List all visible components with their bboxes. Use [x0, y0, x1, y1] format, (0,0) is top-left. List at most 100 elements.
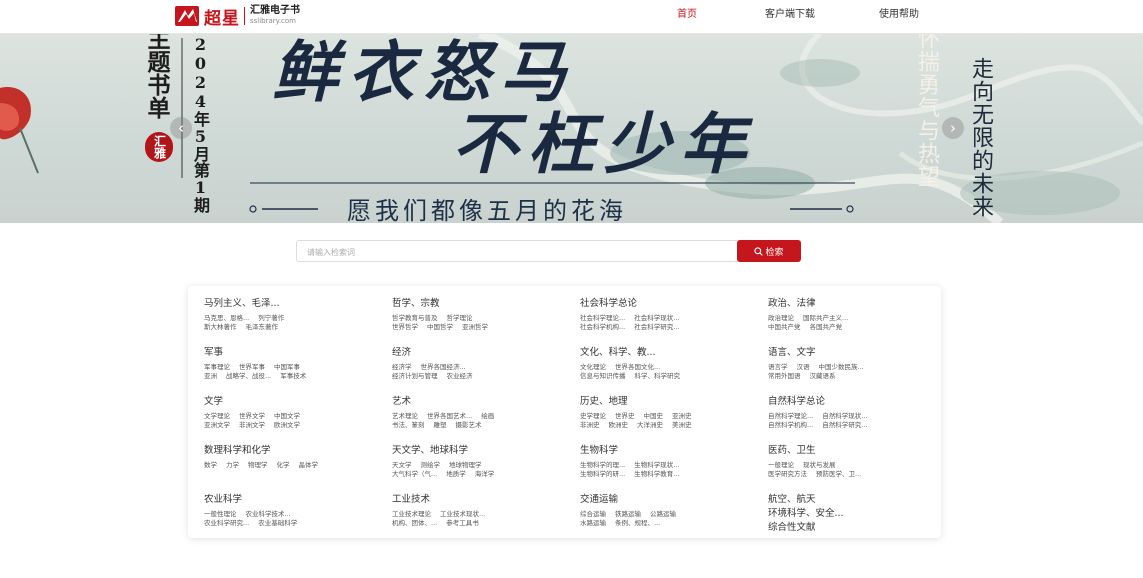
subcategory-link[interactable]: 生物科学现状... [634, 461, 679, 469]
search-button[interactable]: 检索 [737, 240, 801, 262]
category-title[interactable]: 哲学、宗教 [392, 298, 572, 310]
subcategory-link[interactable]: 力学 [226, 461, 239, 469]
category-title[interactable]: 政治、法律 [768, 298, 948, 310]
subcategory-link[interactable]: 绘画 [481, 412, 494, 420]
subcategory-link[interactable]: 史学理论 [580, 412, 606, 420]
subcategory-link[interactable]: 各国共产党 [810, 323, 843, 331]
subcategory-link[interactable]: 天文学 [392, 461, 412, 469]
subcategory-link[interactable]: 非洲史 [580, 421, 600, 429]
category-title[interactable]: 语言、文字 [768, 347, 948, 359]
subcategory-link[interactable]: 列宁著作 [258, 314, 284, 322]
subcategory-link[interactable]: 汉语 [797, 363, 810, 371]
subcategory-link[interactable]: 哲学理论 [447, 314, 473, 322]
subcategory-link[interactable]: 中国军事 [274, 363, 300, 371]
subcategory-link[interactable]: 参考工具书 [446, 519, 479, 527]
subcategory-link[interactable]: 欧洲史 [609, 421, 629, 429]
subcategory-link[interactable]: 世界各国艺术... [427, 412, 472, 420]
subcategory-link[interactable]: 社会科学理论... [580, 314, 625, 322]
subcategory-link[interactable]: 自然科学现状... [822, 412, 867, 420]
category-title[interactable]: 文学 [204, 396, 384, 408]
category-title[interactable]: 经济 [392, 347, 572, 359]
subcategory-link[interactable]: 信息与知识传播 [580, 372, 626, 380]
nav-help[interactable]: 使用帮助 [879, 0, 919, 33]
subcategory-link[interactable]: 世界史 [615, 412, 635, 420]
subcategory-link[interactable]: 经济学 [392, 363, 412, 371]
subcategory-link[interactable]: 工业技术理论 [392, 510, 431, 518]
subcategory-link[interactable]: 非洲文学 [239, 421, 265, 429]
subcategory-link[interactable]: 文化理论 [580, 363, 606, 371]
subcategory-link[interactable]: 医学研究方法 [768, 470, 807, 478]
subcategory-link[interactable]: 农业科学技术... [246, 510, 291, 518]
nav-home[interactable]: 首页 [677, 0, 697, 33]
category-title[interactable]: 社会科学总论 [580, 298, 760, 310]
hero-banner[interactable]: 主题书单 2024年5月第1期 汇雅 鲜衣怒马 不枉少年 愿我们都像五月的花海 … [0, 33, 1143, 223]
subcategory-link[interactable]: 化学 [277, 461, 290, 469]
subcategory-link[interactable]: 战略学、战役... [226, 372, 271, 380]
subcategory-link[interactable]: 晶体学 [299, 461, 319, 469]
subcategory-link[interactable]: 亚洲 [204, 372, 217, 380]
subcategory-link[interactable]: 工业技术现状... [440, 510, 485, 518]
subcategory-link[interactable]: 一般性理论 [204, 510, 237, 518]
subcategory-link[interactable]: 农业经济 [447, 372, 473, 380]
category-title[interactable]: 文化、科学、教... [580, 347, 760, 359]
category-title[interactable]: 交通运输 [580, 494, 760, 506]
subcategory-link[interactable]: 世界文学 [239, 412, 265, 420]
subcategory-link[interactable]: 机构、团体、... [392, 519, 437, 527]
subcategory-link[interactable]: 哲学教育与普及 [392, 314, 438, 322]
category-title[interactable]: 数理科学和化学 [204, 445, 384, 457]
subcategory-link[interactable]: 摄影艺术 [456, 421, 482, 429]
category-title[interactable]: 环境科学、安全... [768, 508, 948, 520]
subcategory-link[interactable]: 欧洲文学 [274, 421, 300, 429]
subcategory-link[interactable]: 国际共产主义... [803, 314, 848, 322]
nav-client-download[interactable]: 客户端下载 [765, 0, 815, 33]
category-title[interactable]: 军事 [204, 347, 384, 359]
subcategory-link[interactable]: 中国共产党 [768, 323, 801, 331]
subcategory-link[interactable]: 汉藏语系 [810, 372, 836, 380]
subcategory-link[interactable]: 中国哲学 [427, 323, 453, 331]
subcategory-link[interactable]: 一般理论 [768, 461, 794, 469]
subcategory-link[interactable]: 数学 [204, 461, 217, 469]
subcategory-link[interactable]: 自然科学研究... [822, 421, 867, 429]
banner-prev-arrow-icon[interactable]: ‹ [170, 117, 192, 139]
subcategory-link[interactable]: 社会科学现状... [634, 314, 679, 322]
subcategory-link[interactable]: 文学理论 [204, 412, 230, 420]
subcategory-link[interactable]: 书法、篆刻 [392, 421, 425, 429]
subcategory-link[interactable]: 物理学 [248, 461, 268, 469]
subcategory-link[interactable]: 世界哲学 [392, 323, 418, 331]
subcategory-link[interactable]: 常用外国语 [768, 372, 801, 380]
subcategory-link[interactable]: 中国文学 [274, 412, 300, 420]
subcategory-link[interactable]: 马克思、恩格... [204, 314, 249, 322]
subcategory-link[interactable]: 中国史 [644, 412, 664, 420]
subcategory-link[interactable]: 中国少数民族... [819, 363, 864, 371]
category-title[interactable]: 医药、卫生 [768, 445, 948, 457]
category-title[interactable]: 天文学、地球科学 [392, 445, 572, 457]
subcategory-link[interactable]: 大气科学（气... [392, 470, 437, 478]
category-title[interactable]: 生物科学 [580, 445, 760, 457]
category-title[interactable]: 综合性文献 [768, 522, 948, 534]
subcategory-link[interactable]: 现状与发展 [803, 461, 836, 469]
subcategory-link[interactable]: 亚洲史 [672, 412, 692, 420]
subcategory-link[interactable]: 军事技术 [280, 372, 306, 380]
subcategory-link[interactable]: 生物科学的理... [580, 461, 625, 469]
category-title[interactable]: 艺术 [392, 396, 572, 408]
subcategory-link[interactable]: 毛泽东著作 [246, 323, 279, 331]
subcategory-link[interactable]: 科学、科学研究 [635, 372, 681, 380]
site-logo[interactable]: 超星 汇雅电子书 sslibrary.com [175, 4, 300, 29]
subcategory-link[interactable]: 雕塑 [434, 421, 447, 429]
subcategory-link[interactable]: 亚洲哲学 [462, 323, 488, 331]
subcategory-link[interactable]: 铁路运输 [615, 510, 641, 518]
subcategory-link[interactable]: 公路运输 [650, 510, 676, 518]
subcategory-link[interactable]: 世界军事 [239, 363, 265, 371]
subcategory-link[interactable]: 世界各国文化... [615, 363, 660, 371]
subcategory-link[interactable]: 美洲史 [672, 421, 692, 429]
subcategory-link[interactable]: 海洋学 [475, 470, 495, 478]
subcategory-link[interactable]: 亚洲文学 [204, 421, 230, 429]
subcategory-link[interactable]: 水路运输 [580, 519, 606, 527]
subcategory-link[interactable]: 生物科学的研... [580, 470, 625, 478]
subcategory-link[interactable]: 预防医学、卫... [816, 470, 861, 478]
subcategory-link[interactable]: 斯大林著作 [204, 323, 237, 331]
banner-next-arrow-icon[interactable]: › [942, 117, 964, 139]
subcategory-link[interactable]: 政治理论 [768, 314, 794, 322]
subcategory-link[interactable]: 生物科学教育... [634, 470, 679, 478]
subcategory-link[interactable]: 地球物理学 [449, 461, 482, 469]
